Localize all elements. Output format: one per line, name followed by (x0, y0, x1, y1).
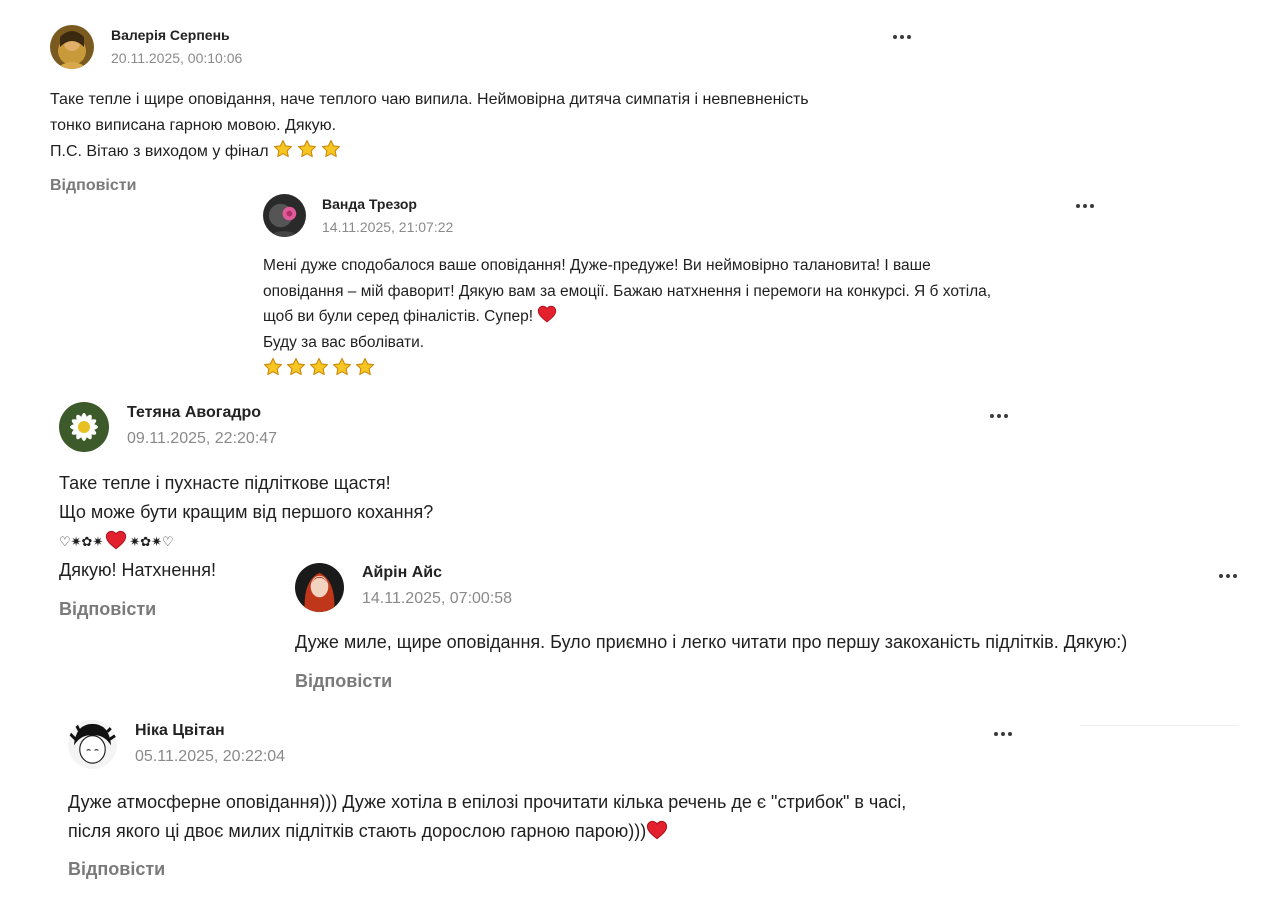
more-options-icon[interactable] (991, 728, 1015, 740)
star-icon (286, 357, 306, 377)
reply-button[interactable]: Відповісти (295, 671, 392, 692)
comment-date: 14.11.2025, 07:00:58 (362, 590, 513, 607)
comment-line: ♡✷✿✷ (59, 534, 104, 549)
author-name[interactable]: Айрін Айс (362, 564, 442, 582)
star-icon (355, 357, 375, 377)
star-icon (309, 357, 329, 377)
comment-line: Буду за вас вболівати. (263, 333, 425, 351)
comment-text: Мені дуже сподобалося ваше оповідання! Д… (263, 253, 991, 383)
heart-icon (537, 304, 557, 324)
avatar[interactable] (68, 720, 117, 769)
comment-text: Дуже миле, щире оповідання. Було приємно… (295, 628, 1127, 656)
comment-line: щоб ви були серед фіналістів. Супер! (263, 308, 534, 325)
reply-button[interactable]: Відповісти (59, 599, 156, 620)
comment-line: П.С. Вітаю з виходом у фінал (50, 143, 269, 160)
comment-text: Таке тепле і щире оповідання, наче тепло… (50, 87, 809, 165)
comment-line: після якого ці двоє милих підлітків стаю… (68, 821, 647, 841)
comment-date: 20.11.2025, 00:10:06 (111, 50, 243, 66)
comment-line: тонко виписана гарною мовою. Дякую. (50, 117, 337, 134)
comment-line: Дуже миле, щире оповідання. Було приємно… (295, 632, 1128, 652)
author-name[interactable]: Ванда Трезор (322, 196, 417, 212)
divider (1080, 725, 1238, 726)
star-icon (263, 357, 283, 377)
more-options-icon[interactable] (987, 410, 1011, 422)
comment-date: 05.11.2025, 20:22:04 (135, 748, 286, 765)
more-options-icon[interactable] (1216, 570, 1240, 582)
more-options-icon[interactable] (890, 31, 914, 43)
more-options-icon[interactable] (1073, 200, 1097, 212)
avatar[interactable] (59, 402, 109, 452)
star-icon (273, 139, 293, 159)
comment-line: Що може бути кращим від першого кохання? (59, 502, 434, 522)
comment-line: ✷✿✷♡ (129, 534, 174, 549)
comment-line: Дуже атмосферне оповідання))) Дуже хотіл… (68, 792, 907, 812)
comment-date: 14.11.2025, 21:07:22 (322, 219, 454, 235)
comment-line: Мені дуже сподобалося ваше оповідання! Д… (263, 257, 931, 274)
reply-button[interactable]: Відповісти (50, 177, 136, 195)
star-icon (321, 139, 341, 159)
comment-line: Таке тепле і пухнасте підліткове щастя! (59, 473, 391, 493)
author-name[interactable]: Тетяна Авогадро (127, 404, 261, 422)
comment-line: Таке тепле і щире оповідання, наче тепло… (50, 91, 809, 108)
comment-date: 09.11.2025, 22:20:47 (127, 430, 278, 447)
heart-icon (646, 819, 668, 841)
author-name[interactable]: Ніка Цвітан (135, 722, 225, 740)
reply-button[interactable]: Відповісти (68, 859, 165, 880)
comment-line: оповідання – мій фаворит! Дякую вам за е… (263, 282, 992, 300)
heart-icon (105, 529, 127, 551)
star-icon (297, 139, 317, 159)
avatar[interactable] (50, 25, 94, 69)
avatar[interactable] (263, 194, 306, 237)
star-icon (332, 357, 352, 377)
comment-text: Дуже атмосферне оповідання))) Дуже хотіл… (68, 788, 906, 846)
avatar[interactable] (295, 563, 344, 612)
author-name[interactable]: Валерія Серпень (111, 27, 230, 43)
